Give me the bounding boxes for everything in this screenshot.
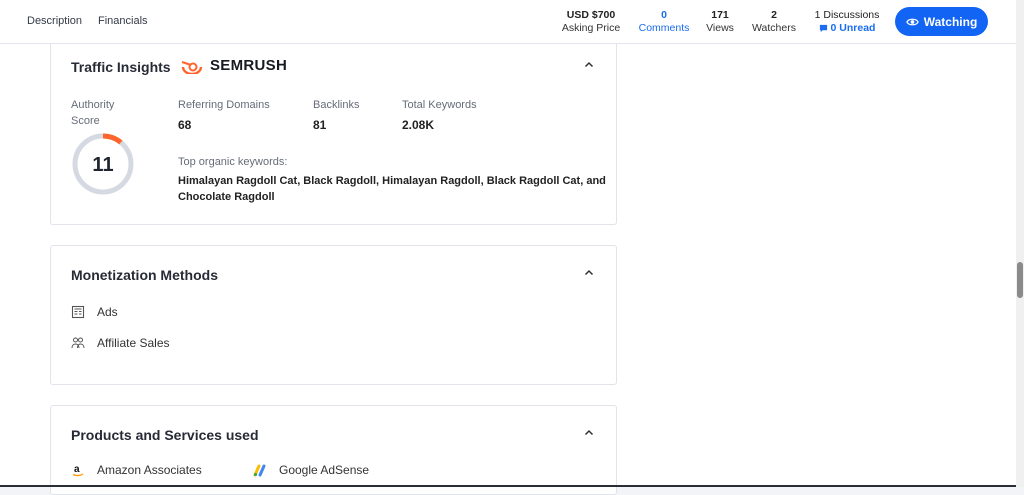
comments-count: 0 xyxy=(661,9,667,21)
total-keywords-label: Total Keywords xyxy=(402,99,477,111)
unread-label: 0 Unread xyxy=(830,22,876,34)
views-count: 171 xyxy=(711,9,729,21)
newspaper-icon xyxy=(71,305,85,319)
nav-financials[interactable]: Financials xyxy=(98,15,148,27)
product-item-label: Amazon Associates xyxy=(97,463,202,477)
monetization-item-label: Ads xyxy=(97,305,118,319)
unread-indicator: 0 Unread xyxy=(810,22,884,35)
asking-price-label: Asking Price xyxy=(561,22,621,34)
google-adsense-icon xyxy=(253,464,266,477)
top-keywords-line-2: Chocolate Ragdoll xyxy=(178,191,275,203)
top-keywords-label: Top organic keywords: xyxy=(178,156,288,168)
comments-label: Comments xyxy=(638,22,690,34)
watching-button[interactable]: Watching xyxy=(895,7,988,36)
backlinks-label: Backlinks xyxy=(313,99,360,111)
chevron-up-icon[interactable] xyxy=(582,426,596,440)
product-item-amazon-associates: a Amazon Associates xyxy=(71,463,202,477)
semrush-wordmark: SEMRUSH xyxy=(210,57,288,74)
chat-icon xyxy=(819,24,827,33)
authority-score-value: 11 xyxy=(92,154,113,176)
users-icon xyxy=(71,337,85,349)
watching-label: Watching xyxy=(923,14,978,29)
discussions-count: 1 Discussions xyxy=(814,9,880,21)
watchers-label: Watchers xyxy=(752,22,796,34)
product-item-google-adsense: Google AdSense xyxy=(253,463,369,477)
asking-price-value: USD $700 xyxy=(566,9,616,21)
scrollbar-track[interactable] xyxy=(1016,0,1024,487)
backlinks-value: 81 xyxy=(313,118,327,132)
authority-score-gauge: 11 xyxy=(72,133,134,195)
total-keywords-value: 2.08K xyxy=(402,118,435,132)
monetization-item-label: Affiliate Sales xyxy=(97,336,170,350)
watchers-stat: 2 Watchers xyxy=(746,9,802,35)
referring-domains-value: 68 xyxy=(178,118,192,132)
views-label: Views xyxy=(706,22,734,34)
svg-text:a: a xyxy=(74,464,80,475)
listing-header-bar: Description Financials USD $700 Asking P… xyxy=(0,0,1016,44)
comments-stat[interactable]: 0 Comments xyxy=(632,9,696,35)
scrollbar-thumb[interactable] xyxy=(1017,262,1023,298)
eye-icon xyxy=(905,18,919,25)
monetization-item-ads: Ads xyxy=(71,305,118,319)
products-services-card: Products and Services used a Amazon Asso… xyxy=(50,405,617,495)
chevron-up-icon[interactable] xyxy=(582,266,596,280)
monetization-methods-title: Monetization Methods xyxy=(71,267,218,283)
top-keywords-line-1: Himalayan Ragdoll Cat, Black Ragdoll, Hi… xyxy=(178,175,606,187)
authority-score-label-line1: Authority xyxy=(71,99,115,111)
monetization-item-affiliate-sales: Affiliate Sales xyxy=(71,336,170,350)
product-item-label: Google AdSense xyxy=(279,463,370,477)
traffic-insights-title: Traffic Insights xyxy=(71,59,171,75)
amazon-logo-icon: a xyxy=(72,464,84,477)
semrush-flame-icon xyxy=(181,60,203,74)
views-stat: 171 Views xyxy=(700,9,740,35)
watchers-count: 2 xyxy=(771,9,777,21)
traffic-insights-card: Traffic Insights SEMRUSH Authority Score… xyxy=(50,44,617,225)
authority-score-label-line2: Score xyxy=(71,115,100,127)
chevron-up-icon[interactable] xyxy=(582,58,596,72)
nav-description[interactable]: Description xyxy=(27,15,82,27)
asking-price-stat: USD $700 Asking Price xyxy=(556,9,626,35)
semrush-logo: SEMRUSH xyxy=(181,57,287,74)
referring-domains-label: Referring Domains xyxy=(178,99,270,111)
monetization-methods-card: Monetization Methods Ads Affiliate Sales xyxy=(50,245,617,385)
discussions-stat[interactable]: 1 Discussions 0 Unread xyxy=(810,9,884,35)
products-services-title: Products and Services used xyxy=(71,427,259,443)
